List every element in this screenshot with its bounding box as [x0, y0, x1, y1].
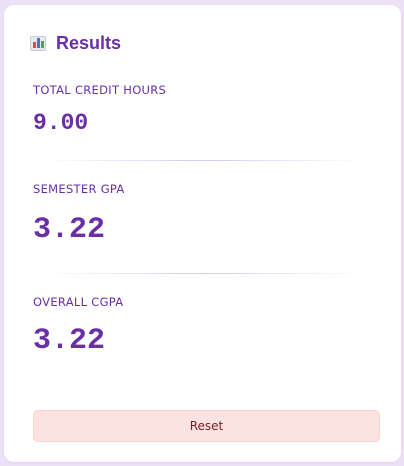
semester-gpa-label: SEMESTER GPA — [33, 182, 125, 196]
bar-chart-icon-bar — [33, 41, 36, 48]
bar-chart-icon-bar — [41, 40, 44, 48]
divider — [44, 160, 364, 161]
total-credit-hours-label: TOTAL CREDIT HOURS — [33, 83, 167, 97]
divider — [44, 273, 364, 274]
bar-chart-icon — [30, 35, 46, 51]
overall-cgpa-label: OVERALL CGPA — [33, 295, 124, 309]
semester-gpa-value: 3.22 — [33, 213, 106, 247]
results-header: Results — [30, 34, 121, 52]
results-card: Results TOTAL CREDIT HOURS 9.00 SEMESTER… — [4, 5, 401, 462]
total-credit-hours-value: 9.00 — [33, 110, 89, 136]
overall-cgpa-value: 3.22 — [33, 324, 106, 358]
bar-chart-icon-bar — [37, 37, 40, 48]
reset-button[interactable]: Reset — [33, 410, 380, 442]
results-title: Results — [56, 33, 122, 53]
